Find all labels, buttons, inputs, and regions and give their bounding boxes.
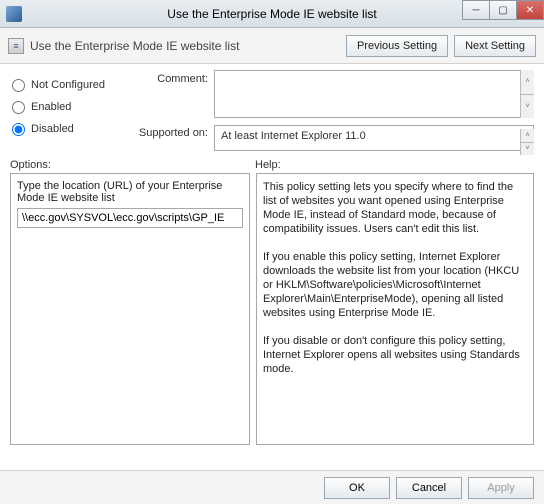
- radio-disabled-label: Disabled: [31, 123, 74, 135]
- header: ≡ Use the Enterprise Mode IE website lis…: [0, 28, 544, 64]
- config-area: Not Configured Enabled Disabled Comment:…: [0, 64, 544, 153]
- comment-label: Comment:: [122, 70, 208, 120]
- cancel-button[interactable]: Cancel: [396, 477, 462, 499]
- radio-not-configured[interactable]: Not Configured: [10, 74, 122, 96]
- field-labels: Comment: Supported on:: [122, 70, 214, 151]
- chevron-up-icon[interactable]: ˄: [520, 70, 534, 95]
- minimize-button[interactable]: ─: [462, 0, 490, 20]
- chevron-up-icon[interactable]: ˄: [520, 129, 534, 143]
- help-panel: This policy setting lets you specify whe…: [256, 173, 534, 445]
- section-labels: Options: Help:: [0, 153, 544, 173]
- radio-not-configured-label: Not Configured: [31, 79, 105, 91]
- radio-disabled-input[interactable]: [12, 123, 25, 136]
- chevron-down-icon[interactable]: ˅: [520, 95, 534, 119]
- footer: OK Cancel Apply: [0, 470, 544, 504]
- comment-textarea[interactable]: [214, 70, 534, 118]
- comment-scroll[interactable]: ˄ ˅: [520, 70, 534, 118]
- previous-setting-button[interactable]: Previous Setting: [346, 35, 448, 57]
- supported-scroll[interactable]: ˄ ˅: [520, 129, 534, 155]
- policy-icon: ≡: [8, 38, 24, 54]
- supported-on-label: Supported on:: [122, 120, 208, 146]
- radio-not-configured-input[interactable]: [12, 79, 25, 92]
- window-controls: ─ ▢ ✕: [463, 0, 544, 20]
- next-setting-button[interactable]: Next Setting: [454, 35, 536, 57]
- panels: Type the location (URL) of your Enterpri…: [0, 173, 544, 445]
- titlebar: Use the Enterprise Mode IE website list …: [0, 0, 544, 28]
- location-input[interactable]: [17, 208, 243, 228]
- maximize-button[interactable]: ▢: [489, 0, 517, 20]
- radio-enabled[interactable]: Enabled: [10, 96, 122, 118]
- field-inputs: ˄ ˅ At least Internet Explorer 11.0 ˄ ˅: [214, 70, 534, 151]
- radio-enabled-label: Enabled: [31, 101, 71, 113]
- options-panel: Type the location (URL) of your Enterpri…: [10, 173, 250, 445]
- radio-enabled-input[interactable]: [12, 101, 25, 114]
- help-paragraph: If you disable or don't configure this p…: [263, 334, 527, 376]
- supported-on-value: At least Internet Explorer 11.0: [214, 125, 534, 151]
- radio-disabled[interactable]: Disabled: [10, 118, 122, 140]
- header-title: Use the Enterprise Mode IE website list: [30, 39, 340, 53]
- apply-button[interactable]: Apply: [468, 477, 534, 499]
- help-heading: Help:: [255, 159, 534, 171]
- help-paragraph: This policy setting lets you specify whe…: [263, 180, 527, 236]
- state-radios: Not Configured Enabled Disabled: [10, 70, 122, 151]
- location-label: Type the location (URL) of your Enterpri…: [17, 180, 243, 204]
- close-button[interactable]: ✕: [516, 0, 544, 20]
- help-paragraph: If you enable this policy setting, Inter…: [263, 250, 527, 320]
- options-heading: Options:: [10, 159, 255, 171]
- ok-button[interactable]: OK: [324, 477, 390, 499]
- chevron-down-icon[interactable]: ˅: [520, 143, 534, 156]
